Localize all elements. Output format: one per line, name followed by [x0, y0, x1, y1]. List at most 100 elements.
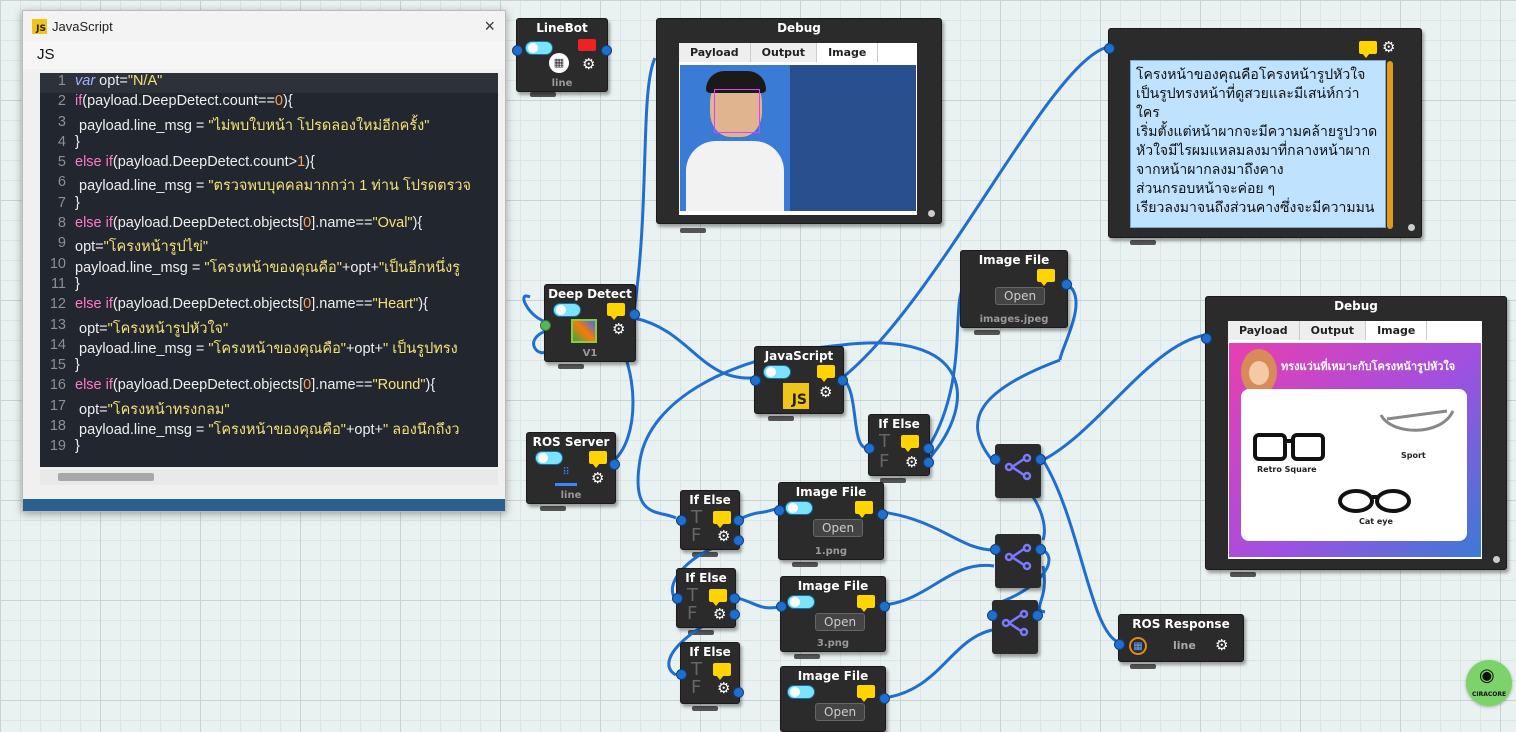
- close-button[interactable]: ×: [484, 16, 495, 37]
- code-line[interactable]: 19}: [40, 438, 498, 458]
- toggle-switch[interactable]: [525, 41, 553, 55]
- input-port[interactable]: [1114, 639, 1125, 650]
- toggle-switch[interactable]: [787, 685, 815, 699]
- gear-icon[interactable]: ⚙: [717, 529, 730, 544]
- true-output-port[interactable]: [733, 515, 744, 526]
- code-line[interactable]: 17 opt="โครงหน้าทรงกลม": [40, 398, 498, 418]
- gear-icon[interactable]: ⚙: [713, 607, 726, 622]
- editor-titlebar[interactable]: JS JavaScript ×: [23, 11, 505, 41]
- node-deep-detect[interactable]: Deep Detect ⚙ V1: [540, 284, 640, 362]
- merge-node-2[interactable]: [990, 534, 1046, 588]
- output-port[interactable]: [879, 601, 890, 612]
- input-port[interactable]: [774, 505, 785, 516]
- ciracore-logo[interactable]: ◉ CIRACORE: [1466, 660, 1512, 706]
- node-image-file-3[interactable]: Image File Open 3.png: [776, 576, 890, 652]
- resize-dot[interactable]: [1408, 224, 1415, 231]
- code-line[interactable]: 9 opt="โครงหน้ารูปไข่": [40, 235, 498, 255]
- code-line[interactable]: 12 else if(payload.DeepDetect.objects[0].…: [40, 296, 498, 316]
- false-output-port[interactable]: [733, 535, 744, 546]
- open-button[interactable]: Open: [815, 613, 866, 631]
- resize-dot[interactable]: [928, 210, 935, 217]
- true-output-port[interactable]: [729, 593, 740, 604]
- input-port[interactable]: [776, 601, 787, 612]
- open-button[interactable]: Open: [813, 519, 864, 537]
- tab-image[interactable]: Image: [817, 43, 879, 62]
- input-port[interactable]: [676, 669, 687, 680]
- input-port[interactable]: [1201, 333, 1212, 344]
- code-line[interactable]: 15}: [40, 357, 498, 377]
- code-line[interactable]: 11}: [40, 276, 498, 296]
- gear-icon[interactable]: ⚙: [612, 322, 625, 337]
- gear-icon[interactable]: ⚙: [591, 471, 604, 486]
- input-port[interactable]: [990, 454, 1001, 465]
- false-output-port[interactable]: [923, 457, 934, 468]
- output-port[interactable]: [1061, 279, 1072, 290]
- true-output-port[interactable]: [923, 443, 934, 454]
- code-line[interactable]: 13 opt="โครงหน้ารูปหัวใจ": [40, 317, 498, 337]
- input-port[interactable]: [864, 443, 875, 454]
- code-line[interactable]: 4}: [40, 134, 498, 154]
- node-debug-2[interactable]: Debug Payload Output Image ทรงแว่นที่เหม…: [1201, 296, 1507, 570]
- node-image-file-top[interactable]: Image File Open images.jpeg: [960, 250, 1072, 328]
- output-port[interactable]: [629, 309, 640, 320]
- code-line[interactable]: 5 else if(payload.DeepDetect.count>1){: [40, 154, 498, 174]
- input-port[interactable]: [1104, 43, 1115, 54]
- toggle-switch[interactable]: [535, 451, 563, 465]
- tab-output[interactable]: Output: [1300, 321, 1367, 340]
- code-line[interactable]: 3 payload.line_msg = "ไม่พบใบหน้า โปรดลอ…: [40, 114, 498, 134]
- node-if-else-3[interactable]: If Else T F ⚙: [676, 642, 744, 704]
- text-scrollbar[interactable]: [1387, 61, 1393, 229]
- output-port[interactable]: [1035, 454, 1046, 465]
- output-port[interactable]: [1035, 544, 1046, 555]
- gear-icon[interactable]: ⚙: [717, 681, 730, 696]
- output-port[interactable]: [609, 459, 620, 470]
- open-button[interactable]: Open: [995, 287, 1046, 305]
- toggle-switch[interactable]: [763, 365, 791, 379]
- tab-payload[interactable]: Payload: [679, 43, 751, 62]
- output-port[interactable]: [877, 509, 888, 520]
- merge-node-3[interactable]: [987, 600, 1043, 654]
- input-port[interactable]: [987, 610, 998, 621]
- output-port[interactable]: [601, 45, 612, 56]
- code-line[interactable]: 2 if(payload.DeepDetect.count==0){: [40, 93, 498, 113]
- code-line[interactable]: 1 var opt="N/A": [40, 73, 498, 94]
- input-port[interactable]: [990, 544, 1001, 555]
- node-image-file-1[interactable]: Image File Open 1.png: [774, 482, 888, 560]
- gear-icon[interactable]: ⚙: [905, 455, 918, 470]
- code-line[interactable]: 6 payload.line_msg = "ตรวจพบบุคคลมากกว่า…: [40, 174, 498, 194]
- tab-image[interactable]: Image: [1366, 321, 1428, 340]
- input-port[interactable]: [676, 515, 687, 526]
- node-javascript[interactable]: JavaScript JS ⚙: [750, 346, 848, 414]
- node-ros-server[interactable]: ROS Server ⠿ ⚙ line: [526, 432, 620, 504]
- node-image-file-4[interactable]: Image File Open: [780, 666, 890, 732]
- code-line[interactable]: 7}: [40, 195, 498, 215]
- input-port[interactable]: [672, 593, 683, 604]
- scrollbar-thumb[interactable]: [58, 473, 154, 481]
- node-if-else-1[interactable]: If Else T F ⚙: [676, 490, 744, 550]
- toggle-switch[interactable]: [553, 303, 581, 317]
- code-line[interactable]: 14 payload.line_msg = "โครงหน้าของคุณคือ…: [40, 337, 498, 357]
- code-line[interactable]: 18 payload.line_msg = "โครงหน้าของคุณคือ…: [40, 418, 498, 438]
- node-ros-response[interactable]: ROS Response ▦ line ⚙: [1114, 614, 1244, 662]
- gear-icon[interactable]: ⚙: [1382, 40, 1395, 55]
- tab-payload[interactable]: Payload: [1228, 321, 1300, 340]
- input-port[interactable]: [512, 45, 523, 56]
- input-port[interactable]: [750, 375, 761, 386]
- output-port[interactable]: [879, 693, 890, 704]
- horizontal-scrollbar[interactable]: [40, 469, 498, 485]
- toggle-switch[interactable]: [785, 501, 813, 515]
- code-line[interactable]: 8 else if(payload.DeepDetect.objects[0].n…: [40, 215, 498, 235]
- tab-js[interactable]: JS: [23, 41, 505, 69]
- code-editor[interactable]: 1 var opt="N/A" 2 if(payload.DeepDetect.cou…: [40, 73, 498, 467]
- code-line[interactable]: 16 else if(payload.DeepDetect.objects[0].…: [40, 377, 498, 397]
- output-port[interactable]: [837, 375, 848, 386]
- input-port[interactable]: [540, 320, 551, 331]
- gear-icon[interactable]: ⚙: [1215, 638, 1228, 653]
- node-debug-1[interactable]: Debug Payload Output Image: [656, 18, 942, 224]
- output-port[interactable]: [1032, 610, 1043, 621]
- resize-dot[interactable]: [1493, 556, 1500, 563]
- tab-output[interactable]: Output: [751, 43, 818, 62]
- gear-icon[interactable]: ⚙: [582, 57, 595, 72]
- node-linebot[interactable]: LineBot ▦ ⚙ line: [512, 18, 612, 92]
- toggle-switch[interactable]: [787, 595, 815, 609]
